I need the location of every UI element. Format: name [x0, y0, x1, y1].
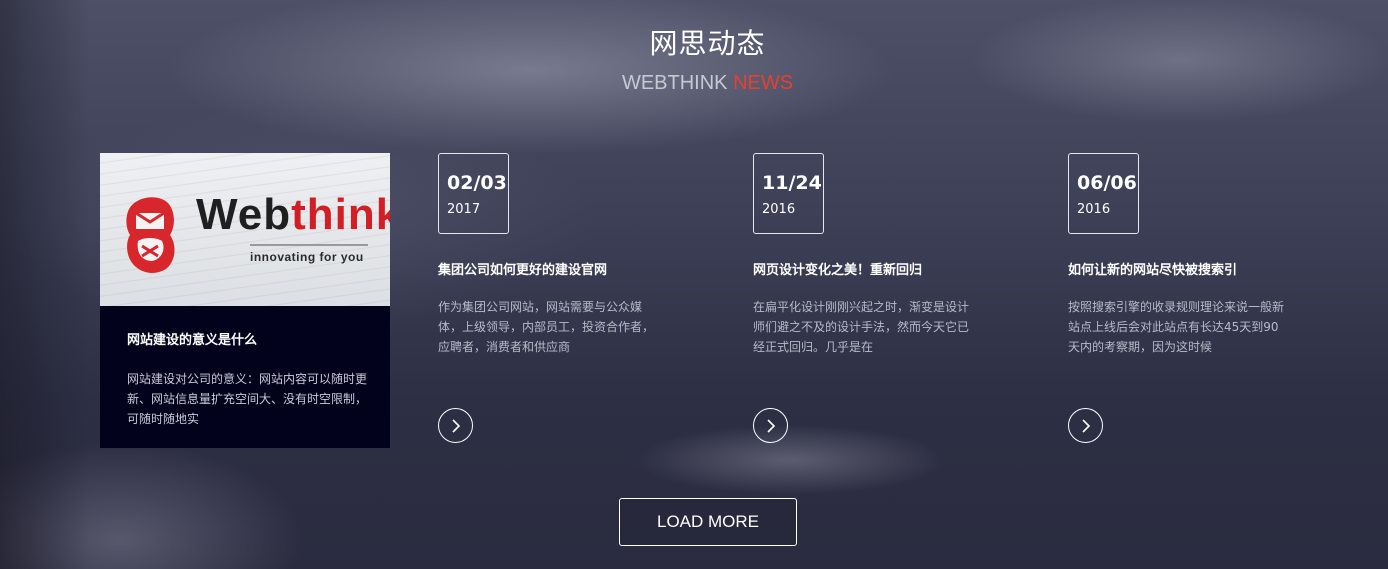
- news-year: 2016: [1077, 202, 1111, 217]
- news-title[interactable]: 集团公司如何更好的建设官网: [438, 259, 698, 278]
- read-more-button[interactable]: [1068, 408, 1103, 443]
- news-year: 2017: [447, 202, 481, 217]
- subtitle-word-webthink: WEBTHINK: [621, 72, 728, 94]
- webthink-logo-icon: [126, 197, 175, 273]
- news-year: 2016: [762, 202, 796, 217]
- chevron-right-icon: [452, 419, 461, 433]
- featured-news-image: Webthink innovating for you: [100, 153, 390, 306]
- logo-underline: [250, 244, 368, 246]
- news-date-box: 02/03 2017: [438, 153, 509, 234]
- news-title[interactable]: 如何让新的网站尽快被搜索引: [1068, 259, 1328, 278]
- news-date: 06/06: [1077, 172, 1137, 194]
- section-title: 网思动态: [649, 27, 766, 60]
- chevron-right-icon: [1082, 419, 1091, 433]
- read-more-button[interactable]: [753, 408, 788, 443]
- section-subtitle: WEBTHINK NEWS: [0, 72, 1388, 95]
- chevron-right-icon: [767, 419, 776, 433]
- news-title[interactable]: 网页设计变化之美！重新回归: [753, 259, 1013, 278]
- load-more-button[interactable]: LOAD MORE: [619, 498, 797, 546]
- news-excerpt: 按照搜索引擎的收录规则理论来说一般新站点上线后会对此站点有长达45天到90天内的…: [1068, 300, 1285, 354]
- news-item: 06/06 2016 如何让新的网站尽快被搜索引 按照搜索引擎的收录规则理论来说…: [1068, 153, 1328, 448]
- news-date: 11/24: [762, 172, 822, 194]
- subtitle-word-news: NEWS: [733, 72, 794, 94]
- news-date: 02/03: [447, 172, 507, 194]
- featured-news-card[interactable]: Webthink innovating for you 网站建设的意义是什么 网…: [100, 153, 390, 448]
- featured-news-excerpt: 网站建设对公司的意义：网站内容可以随时更新、网站信息量扩充空间大、没有时空限制，…: [127, 372, 368, 426]
- news-date-box: 06/06 2016: [1068, 153, 1139, 234]
- news-item: 02/03 2017 集团公司如何更好的建设官网 作为集团公司网站，网站需要与公…: [438, 153, 698, 448]
- webthink-logo-text: Webthink: [196, 190, 390, 239]
- featured-news-title[interactable]: 网站建设的意义是什么: [127, 329, 257, 348]
- news-excerpt: 作为集团公司网站，网站需要与公众媒体，上级领导，内部员工，投资合作者，应聘者，消…: [438, 300, 655, 354]
- read-more-button[interactable]: [438, 408, 473, 443]
- news-excerpt: 在扁平化设计刚刚兴起之时，渐变是设计师们避之不及的设计手法，然而今天它已经正式回…: [753, 300, 970, 354]
- news-item: 11/24 2016 网页设计变化之美！重新回归 在扁平化设计刚刚兴起之时，渐变…: [753, 153, 1013, 448]
- logo-tagline: innovating for you: [250, 250, 364, 264]
- news-date-box: 11/24 2016: [753, 153, 824, 234]
